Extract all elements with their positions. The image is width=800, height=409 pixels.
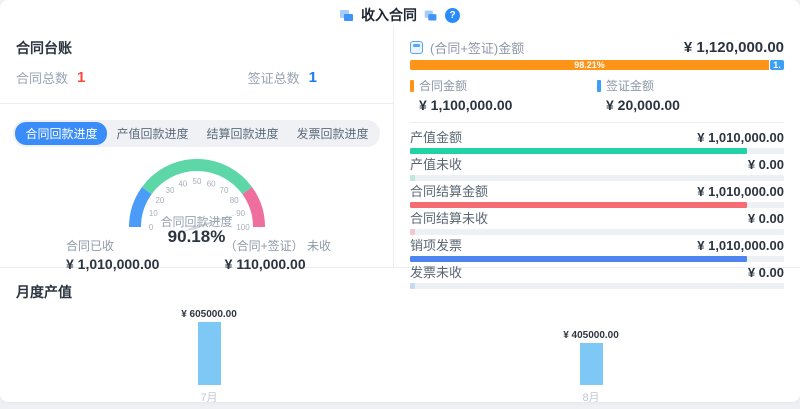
contract-count-value: 1 [77, 69, 85, 86]
amount-legend: 合同金额 ¥ 1,100,000.00 签证金额 ¥ 20,000.00 [410, 77, 784, 123]
metric-progress-fill [410, 256, 747, 262]
ledger-title: 合同台账 [0, 26, 393, 58]
legend-marker [597, 80, 601, 92]
metric-row-2: 合同结算金额 ¥ 1,010,000.00 [410, 184, 784, 208]
metric-label: 产值金额 [410, 130, 462, 145]
contract-stack-icon [340, 9, 354, 22]
legend-value: ¥ 20,000.00 [597, 97, 784, 113]
legend-marker [410, 80, 414, 92]
visa-count-stat: 签证总数 1 [248, 68, 317, 87]
payment-progress-gauge: 0102030405060708090100 合同回款进度 90.18% [97, 155, 297, 247]
metric-label: 产值未收 [410, 157, 462, 172]
metric-value: ¥ 1,010,000.00 [697, 130, 784, 145]
metric-label: 合同结算金额 [410, 184, 488, 199]
bar-value-label: ¥ 605000.00 [181, 309, 237, 320]
metric-value: ¥ 0.00 [748, 265, 784, 280]
metric-row-3: 合同结算未收 ¥ 0.00 [410, 211, 784, 235]
metric-value: ¥ 0.00 [748, 211, 784, 226]
summary-panel: (合同+签证)金额 ¥ 1,120,000.00 98.21%1. 合同金额 ¥ … [394, 26, 800, 267]
gauge-tick-label: 20 [155, 196, 164, 205]
metric-row-4: 销项发票 ¥ 1,010,000.00 [410, 238, 784, 262]
metrics-list: 产值金额 ¥ 1,010,000.00 产值未收 ¥ 0.00 合同结算金额 ¥ 1,01… [410, 123, 784, 289]
contract-count-label: 合同总数 [16, 68, 68, 87]
metric-row-5: 发票未收 ¥ 0.00 [410, 265, 784, 289]
ledger-panel: 合同台账 合同总数 1 签证总数 1 合同回款进度产值回款进度结算回款进度发票回… [0, 26, 394, 267]
metric-progress-track [410, 202, 784, 208]
metric-label: 销项发票 [410, 238, 462, 253]
metric-row-1: 产值未收 ¥ 0.00 [410, 157, 784, 181]
monthly-bar-slot-1: ¥ 405000.00 8月 [400, 302, 782, 402]
progress-tabs: 合同回款进度产值回款进度结算回款进度发票回款进度 [13, 120, 379, 147]
tab-progress-1[interactable]: 产值回款进度 [107, 122, 197, 145]
metric-value: ¥ 1,010,000.00 [697, 184, 784, 199]
visa-count-value: 1 [309, 69, 317, 86]
bar-rect [580, 343, 603, 385]
legend-value: ¥ 1,100,000.00 [410, 97, 597, 113]
ledger-stats: 合同总数 1 签证总数 1 [16, 68, 377, 103]
metric-progress-fill [410, 202, 747, 208]
monthly-bar-slot-0: ¥ 605000.00 7月 [18, 302, 400, 402]
bar-month-label: 7月 [200, 389, 217, 402]
metric-progress-fill [410, 283, 415, 289]
contract-stack-icon-2 [425, 9, 438, 21]
tab-progress-0[interactable]: 合同回款进度 [15, 122, 107, 145]
metric-value: ¥ 1,010,000.00 [697, 238, 784, 253]
legend-label: 合同金额 [419, 77, 467, 94]
summary-head: (合同+签证)金额 ¥ 1,120,000.00 [410, 38, 784, 57]
metric-progress-fill [410, 148, 747, 154]
metric-progress-fill [410, 175, 415, 181]
legend-label: 签证金额 [606, 77, 654, 94]
bar-value-label: ¥ 405000.00 [563, 330, 619, 341]
tab-progress-2[interactable]: 结算回款进度 [198, 122, 288, 145]
dashboard-card: 收入合同 ? 合同台账 合同总数 1 签证总数 1 合同回款 [0, 0, 800, 402]
main-panels: 合同台账 合同总数 1 签证总数 1 合同回款进度产值回款进度结算回款进度发票回… [0, 26, 800, 268]
ledger-section: 合同台账 合同总数 1 签证总数 1 [0, 26, 393, 104]
metric-progress-track [410, 229, 784, 235]
gauge-tick-label: 30 [165, 186, 174, 195]
tab-progress-3[interactable]: 发票回款进度 [288, 122, 378, 145]
contract-count-stat: 合同总数 1 [16, 68, 85, 87]
metric-progress-track [410, 148, 784, 154]
legend-item-0: 合同金额 ¥ 1,100,000.00 [410, 77, 597, 113]
app-header: 收入合同 ? [0, 0, 800, 26]
metric-label: 发票未收 [410, 265, 462, 280]
summary-total: ¥ 1,120,000.00 [684, 39, 784, 56]
summary-label: (合同+签证)金额 [430, 38, 524, 57]
visa-count-label: 签证总数 [248, 68, 300, 87]
gauge-tick-label: 50 [192, 177, 201, 186]
metric-row-0: 产值金额 ¥ 1,010,000.00 [410, 130, 784, 154]
gauge-tick-label: 40 [178, 179, 187, 188]
gauge-tick-label: 70 [219, 186, 228, 195]
amount-stacked-bar: 98.21%1. [410, 60, 784, 70]
gauge-tick-label: 80 [229, 196, 238, 205]
gauge-value: 90.18% [97, 227, 297, 247]
page-title: 收入合同 [361, 5, 417, 25]
received-value: ¥ 1,010,000.00 [66, 256, 159, 272]
metric-progress-track [410, 256, 784, 262]
metric-progress-track [410, 175, 784, 181]
monthly-chart: ¥ 605000.00 7月 ¥ 405000.00 8月 [0, 302, 800, 402]
stacked-bar-segment-0: 98.21% [410, 60, 769, 70]
bar-rect [198, 322, 221, 385]
bar-month-label: 8月 [582, 389, 599, 402]
metric-value: ¥ 0.00 [748, 157, 784, 172]
progress-tabs-row: 合同回款进度产值回款进度结算回款进度发票回款进度 [0, 120, 393, 147]
gauge-tick-label: 60 [206, 179, 215, 188]
metric-label: 合同结算未收 [410, 211, 488, 226]
metric-progress-fill [410, 229, 415, 235]
help-icon[interactable]: ? [445, 8, 460, 23]
unreceived-value: ¥ 110,000.00 [225, 256, 331, 272]
legend-item-1: 签证金额 ¥ 20,000.00 [597, 77, 784, 113]
metric-progress-track [410, 283, 784, 289]
stacked-bar-segment-1: 1. [770, 60, 784, 70]
contract-amount-icon [410, 41, 423, 54]
